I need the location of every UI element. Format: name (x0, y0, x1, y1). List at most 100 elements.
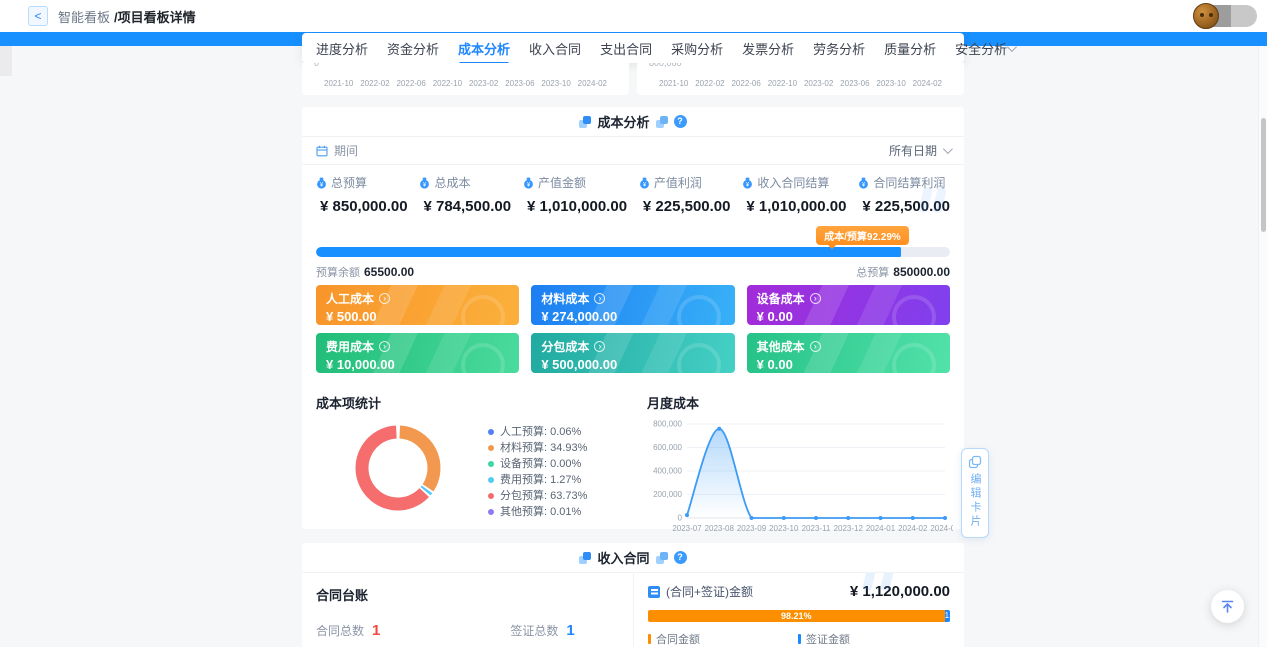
tab-income-contract[interactable]: 收入合同 (529, 39, 581, 58)
stat-label: 产值金额 (538, 174, 586, 191)
panel-squares-icon (656, 116, 668, 128)
budget-progress-track (316, 247, 950, 257)
arrow-right-icon[interactable]: › (810, 293, 821, 304)
x-axis-label: 2023-06 (505, 79, 534, 88)
stat-0: ¥总预算¥ 850,000.00 (316, 174, 408, 225)
x-axis-label: 2023-02 (469, 79, 498, 88)
remaining-budget-label: 预算余额 (316, 267, 360, 279)
stat-value: ¥ 1,010,000.00 (523, 198, 627, 215)
cost-card-label: 费用成本 (326, 338, 374, 355)
back-button[interactable]: < (28, 6, 48, 26)
money-bag-icon: ¥ (858, 177, 869, 189)
cost-card-other[interactable]: 其他成本› ¥ 0.00 (747, 333, 950, 373)
back-to-top-icon (1220, 599, 1235, 614)
x-axis-label: 2022-02 (360, 79, 389, 88)
panel-squares-icon (656, 552, 668, 564)
x-axis-label: 2024-02 (913, 79, 942, 88)
tab-expense-contract[interactable]: 支出合同 (600, 39, 652, 58)
arrow-right-icon[interactable]: › (810, 341, 821, 352)
tab-invoice[interactable]: 发票分析 (742, 39, 794, 58)
cost-analysis-panel: 成本分析 ? 期间 所有日期 ¥ 总预算 ¥ 850,000.00 ¥总成本¥ 784… (302, 107, 964, 529)
period-value: 所有日期 (889, 142, 937, 159)
x-axis-label: 2024-02 (578, 79, 607, 88)
cost-panel-title: 成本分析 (597, 112, 649, 131)
stat-value: ¥ 850,000.00 (316, 198, 408, 215)
contract-count: 合同总数1 (316, 622, 380, 639)
tabs-collapse-button[interactable] (1007, 39, 1014, 57)
cost-card-material[interactable]: 材料成本› ¥ 274,000.00 (531, 285, 734, 325)
income-contract-panel: 收入合同 ? 合同台账 合同总数1 签证总数1 (合同+签证)金额 ¥ 1,12… (302, 543, 964, 647)
money-bag-icon: ¥ (523, 177, 534, 189)
tab-list: 进度分析 资金分析 成本分析 收入合同 支出合同 采购分析 发票分析 劳务分析 … (316, 39, 1007, 58)
stat-1: ¥总成本¥ 784,500.00 (419, 174, 511, 225)
cost-card-subcontract[interactable]: 分包成本› ¥ 500,000.00 (531, 333, 734, 373)
x-axis-label: 2022-06 (396, 79, 425, 88)
svg-text:2024-01: 2024-01 (866, 524, 896, 533)
stat-label: 总预算 (331, 174, 367, 191)
cost-card-expense[interactable]: 费用成本 › ¥ 10,000.00 (316, 333, 519, 373)
main-content-column: 进度分析 资金分析 成本分析 收入合同 支出合同 采购分析 发票分析 劳务分析 … (302, 33, 964, 647)
tab-procurement[interactable]: 采购分析 (671, 39, 723, 58)
cost-charts-row: 成本项统计 人工预算: 0.06%材料预算: 34.93%设备预算: 0.00%… (302, 383, 964, 529)
budget-ratio-badge: 成本/预算92.29% (816, 226, 909, 245)
help-icon[interactable]: ? (674, 115, 687, 128)
cost-card-equipment[interactable]: 设备成本 › ¥ 0.00 (747, 285, 950, 325)
svg-text:2024-03: 2024-03 (930, 524, 953, 533)
x-axis-label: 2023-06 (840, 79, 869, 88)
breadcrumb-root[interactable]: 智能看板 (58, 10, 110, 25)
cost-card-value: ¥ 0.00 (757, 357, 940, 372)
period-dropdown[interactable]: 所有日期 (889, 142, 950, 159)
svg-text:2023-10: 2023-10 (769, 524, 799, 533)
period-filter-row: 期间 所有日期 (302, 137, 964, 165)
line-chart-title: 月度成本 (647, 393, 958, 412)
stat-label: 产值利润 (654, 174, 702, 191)
cost-card-value: ¥ 0.00 (757, 309, 940, 324)
income-panel-body: 合同台账 合同总数1 签证总数1 (合同+签证)金额 ¥ 1,120,000.0… (302, 573, 964, 647)
money-bag-icon: ¥ (419, 177, 430, 189)
donut-legend-item: 其他预算: 0.01% (488, 504, 587, 520)
legend-visa-amount: 签证金额 ¥ 20,000.00 (798, 631, 948, 647)
budget-progress-block: 成本/预算92.29% 预算余额65500.00 总预算850000.00 (302, 225, 964, 279)
cost-card-value: ¥ 10,000.00 (326, 357, 509, 372)
legend-dot (488, 461, 494, 467)
arrow-right-icon[interactable]: › (594, 293, 605, 304)
tab-quality[interactable]: 质量分析 (884, 39, 936, 58)
tab-progress[interactable]: 进度分析 (316, 39, 368, 58)
legend-dot (488, 445, 494, 451)
tab-cost[interactable]: 成本分析 (458, 39, 510, 58)
edit-card-button[interactable]: 编辑卡片 (961, 448, 989, 538)
svg-text:600,000: 600,000 (653, 443, 682, 452)
tab-safety[interactable]: 安全分析 (955, 39, 1007, 58)
page-scrollbar-thumb[interactable] (1261, 118, 1266, 232)
cost-card-value: ¥ 500.00 (326, 309, 509, 324)
cost-card-labor[interactable]: 人工成本› ¥ 500.00 (316, 285, 519, 325)
page-scrollbar-track[interactable] (1258, 46, 1267, 647)
x-axis-label: 2022-02 (695, 79, 724, 88)
left-scroll-artifact (0, 46, 12, 76)
badge-row: 成本/预算92.29% (316, 225, 950, 247)
income-panel-header: 收入合同 ? (302, 543, 964, 573)
arrow-right-icon[interactable]: › (594, 341, 605, 352)
edit-card-icon (968, 455, 982, 469)
user-avatar[interactable] (1193, 3, 1219, 29)
x-axis-labels: 2021-10 2022-02 2022-06 2022-10 2023-02 … (324, 79, 607, 88)
cost-stats-row: ¥总预算¥ 850,000.00¥总成本¥ 784,500.00¥产值金额¥ 1… (302, 165, 964, 225)
breadcrumb-current: /项目看板详情 (114, 10, 196, 25)
cost-card-label: 设备成本 (757, 290, 805, 307)
tab-labor[interactable]: 劳务分析 (813, 39, 865, 58)
user-chip[interactable] (1179, 3, 1259, 29)
x-axis-label: 2022-10 (433, 79, 462, 88)
donut-legend: 人工预算: 0.06%材料预算: 34.93%设备预算: 0.00%费用预算: … (488, 424, 587, 520)
tab-funds[interactable]: 资金分析 (387, 39, 439, 58)
stat-value: ¥ 784,500.00 (419, 198, 511, 215)
arrow-right-icon[interactable]: › (379, 293, 390, 304)
arrow-right-icon[interactable]: › (379, 341, 390, 352)
panel-squares-icon (579, 552, 591, 564)
svg-text:0: 0 (678, 514, 683, 523)
back-to-top-button[interactable] (1211, 590, 1244, 623)
x-axis-labels: 2021-10 2022-02 2022-06 2022-10 2023-02 … (659, 79, 942, 88)
help-icon[interactable]: ? (674, 551, 687, 564)
chevron-down-icon (943, 144, 953, 154)
amount-header-row: (合同+签证)金额 ¥ 1,120,000.00 (648, 583, 950, 600)
contract-visa-stacked-bar: 98.21% 1. (648, 610, 950, 622)
